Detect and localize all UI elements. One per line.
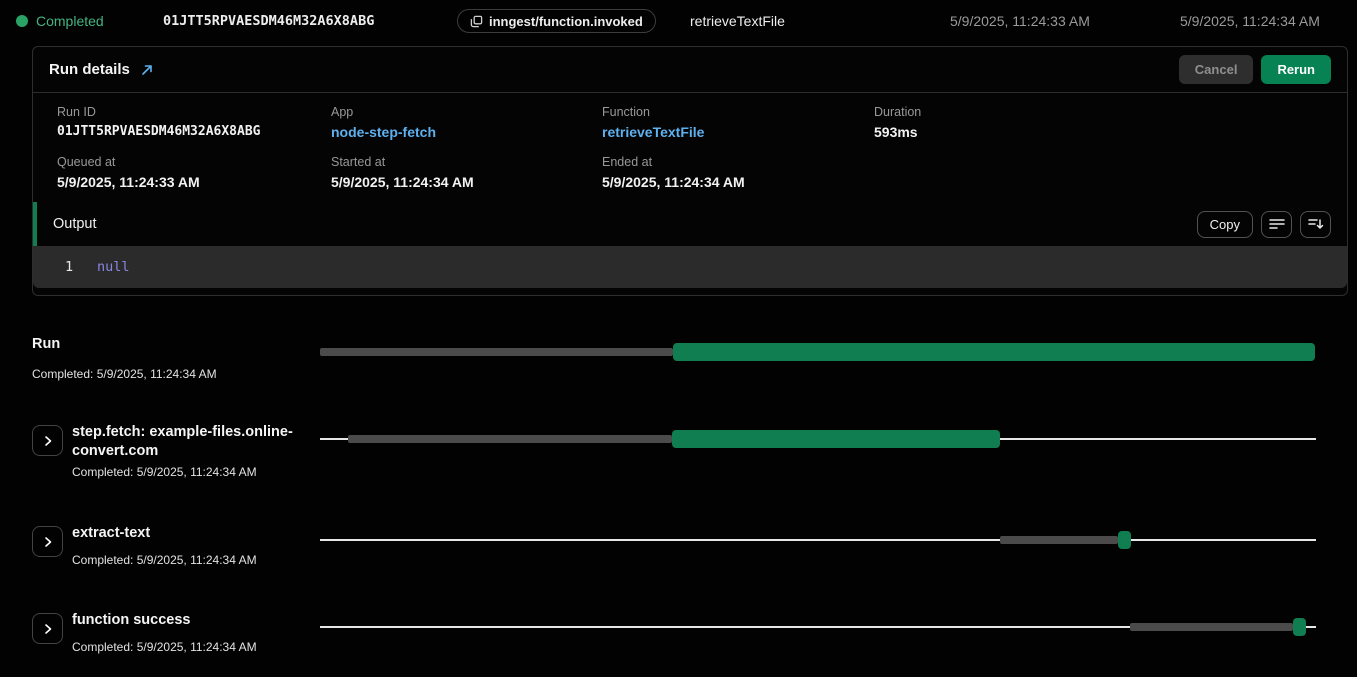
ended-timestamp: 5/9/2025, 11:24:34 AM: [1180, 13, 1320, 29]
field-queued-at: Queued at 5/9/2025, 11:24:33 AM: [57, 155, 331, 190]
step-completed-at: Completed: 5/9/2025, 11:24:34 AM: [72, 639, 324, 655]
timeline-track: [320, 430, 1316, 448]
timeline-segment-running: [1293, 618, 1306, 636]
timeline-row-label: step.fetch: example-files.online-convert…: [72, 423, 324, 480]
timeline-track: [320, 618, 1316, 636]
field-label: App: [331, 105, 602, 119]
field-label: Queued at: [57, 155, 331, 169]
expand-output-icon[interactable]: [1300, 211, 1331, 238]
wrap-text-icon[interactable]: [1261, 211, 1292, 238]
timeline-row-label: Run Completed: 5/9/2025, 11:24:34 AM: [32, 335, 284, 382]
field-label: Started at: [331, 155, 602, 169]
status-dot-icon: [16, 15, 28, 27]
timeline-segment-waiting: [1130, 623, 1293, 631]
step-completed-at: Completed: 5/9/2025, 11:24:34 AM: [72, 552, 324, 568]
step-completed-at: Completed: 5/9/2025, 11:24:34 AM: [32, 366, 284, 382]
line-number: 1: [33, 259, 65, 275]
rerun-button[interactable]: Rerun: [1261, 55, 1331, 84]
field-function: Function retrieveTextFile: [602, 105, 874, 140]
output-code-block[interactable]: 1 null: [33, 246, 1347, 288]
timeline-segment-running: [1118, 531, 1131, 549]
run-id-text: 01JTT5RPVAESDM46M32A6X8ABG: [163, 13, 374, 29]
field-value: 5/9/2025, 11:24:34 AM: [331, 174, 602, 190]
timeline-segment-waiting: [320, 348, 673, 356]
panel-header: Run details Cancel Rerun: [33, 47, 1347, 93]
run-details-grid: Run ID 01JTT5RPVAESDM46M32A6X8ABG App no…: [33, 93, 1347, 202]
timeline-segment-waiting: [1000, 536, 1118, 544]
output-title: Output: [53, 216, 97, 232]
run-details-panel: Run details Cancel Rerun Run ID 01JTT5RP…: [32, 46, 1348, 296]
field-label: Run ID: [57, 105, 331, 119]
timeline-track: [320, 531, 1316, 549]
step-name: Run: [32, 335, 284, 354]
timeline-row: Run Completed: 5/9/2025, 11:24:34 AM: [0, 335, 1357, 382]
field-duration: Duration 593ms: [874, 105, 1323, 140]
field-value: 01JTT5RPVAESDM46M32A6X8ABG: [57, 124, 331, 139]
timeline-segment-running: [672, 430, 1001, 448]
run-status-bar: Completed 01JTT5RPVAESDM46M32A6X8ABG inn…: [0, 0, 1357, 42]
field-label: Ended at: [602, 155, 874, 169]
external-link-icon[interactable]: [140, 63, 154, 77]
function-name-text: retrieveTextFile: [690, 13, 785, 29]
timeline-row-label: extract-text Completed: 5/9/2025, 11:24:3…: [72, 524, 324, 568]
app-link[interactable]: node-step-fetch: [331, 124, 602, 140]
step-name: extract-text: [72, 524, 324, 543]
trigger-event-badge[interactable]: inngest/function.invoked: [457, 9, 656, 33]
function-link[interactable]: retrieveTextFile: [602, 124, 874, 140]
field-value: 593ms: [874, 124, 1323, 140]
expand-row-button[interactable]: [32, 526, 63, 557]
step-name: function success: [72, 611, 324, 630]
field-run-id: Run ID 01JTT5RPVAESDM46M32A6X8ABG: [57, 105, 331, 140]
cancel-button[interactable]: Cancel: [1179, 55, 1254, 84]
output-success-stripe: [33, 202, 37, 246]
timeline-row: step.fetch: example-files.online-convert…: [0, 423, 1357, 480]
step-completed-at: Completed: 5/9/2025, 11:24:34 AM: [72, 464, 324, 480]
timeline-track: [320, 343, 1316, 361]
run-timeline: Run Completed: 5/9/2025, 11:24:34 AM step.…: [0, 296, 1357, 655]
output-value: null: [97, 259, 130, 275]
field-app: App node-step-fetch: [331, 105, 602, 140]
timeline-segment-running: [673, 343, 1315, 361]
field-started-at: Started at 5/9/2025, 11:24:34 AM: [331, 155, 602, 190]
field-value: 5/9/2025, 11:24:33 AM: [57, 174, 331, 190]
field-value: 5/9/2025, 11:24:34 AM: [602, 174, 874, 190]
timeline-segment-waiting: [348, 435, 672, 443]
timeline-row: extract-text Completed: 5/9/2025, 11:24:3…: [0, 524, 1357, 568]
copy-output-button[interactable]: Copy: [1197, 211, 1253, 238]
timeline-row-label: function success Completed: 5/9/2025, 11:…: [72, 611, 324, 655]
expand-row-button[interactable]: [32, 425, 63, 456]
status-label: Completed: [36, 13, 104, 29]
timeline-row: function success Completed: 5/9/2025, 11:…: [0, 611, 1357, 655]
field-ended-at: Ended at 5/9/2025, 11:24:34 AM: [602, 155, 874, 190]
copy-event-icon: [470, 15, 483, 28]
trigger-event-name: inngest/function.invoked: [489, 14, 643, 29]
field-label: Duration: [874, 105, 1323, 119]
step-name: step.fetch: example-files.online-convert…: [72, 423, 324, 461]
panel-title: Run details: [49, 61, 130, 78]
field-label: Function: [602, 105, 874, 119]
timeline-baseline: [320, 539, 1316, 541]
queued-timestamp: 5/9/2025, 11:24:33 AM: [950, 13, 1090, 29]
output-header: Output Copy: [33, 202, 1347, 246]
expand-row-button[interactable]: [32, 613, 63, 644]
